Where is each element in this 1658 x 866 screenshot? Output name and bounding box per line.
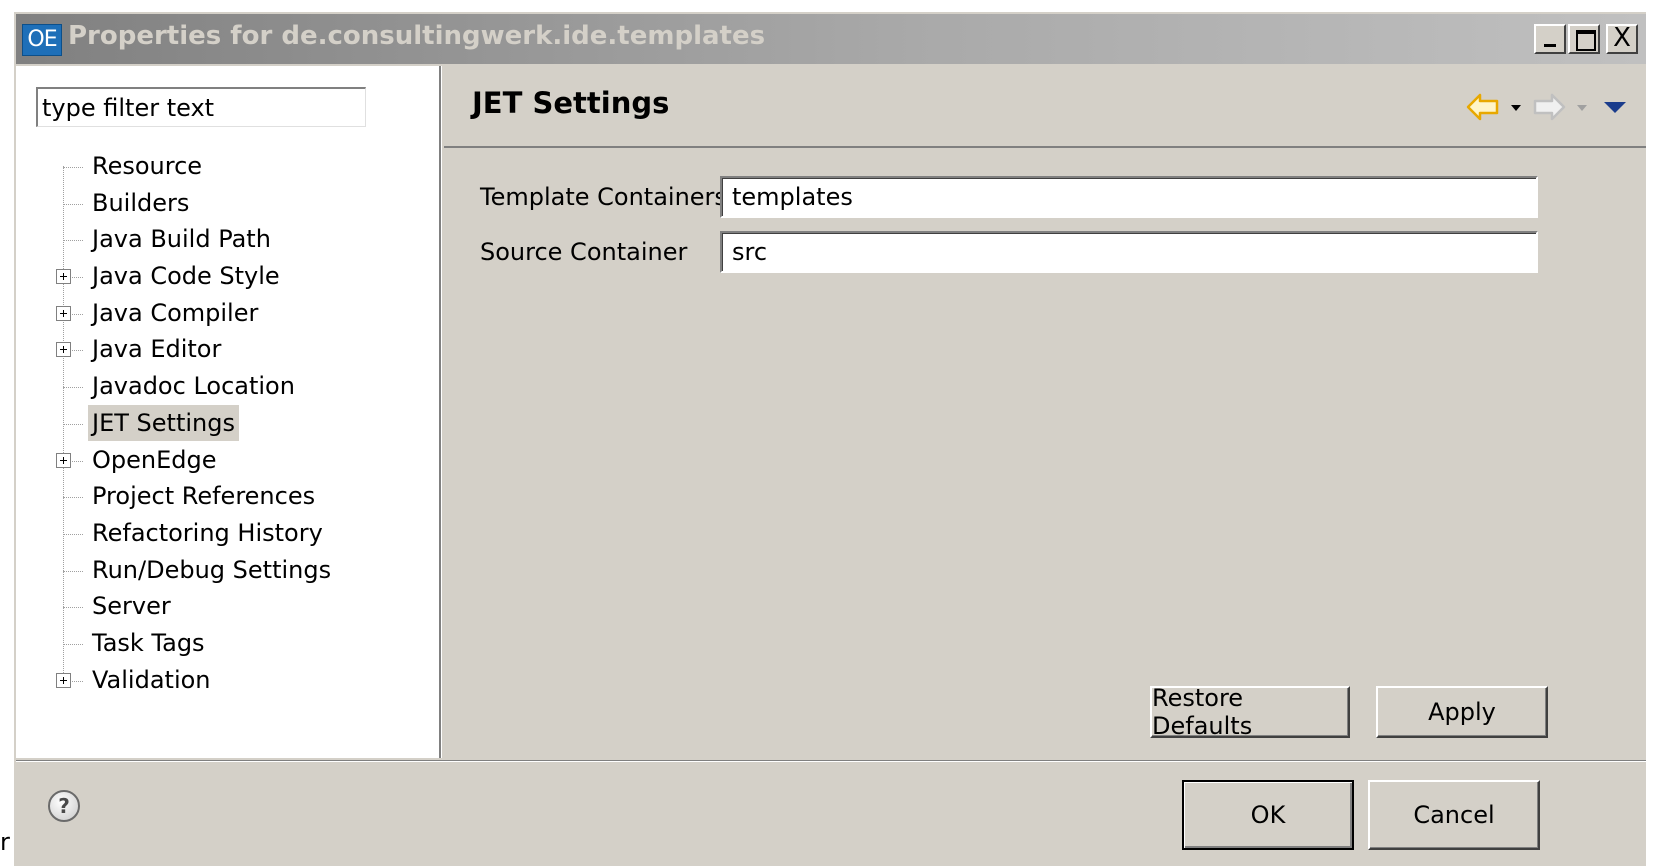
tree-item-label: Javadoc Location [92, 372, 295, 401]
filter-input[interactable] [36, 87, 366, 127]
tree-item[interactable]: Builders [16, 185, 439, 222]
ok-button[interactable]: OK [1182, 780, 1354, 850]
tree-connector-line [63, 167, 83, 168]
page-navigation-toolbar [1466, 90, 1632, 124]
page-header: JET Settings [444, 66, 1646, 148]
openedge-app-icon: OE [22, 24, 62, 56]
close-button[interactable]: X [1606, 23, 1638, 54]
tree-item[interactable]: Java Code Style [16, 258, 439, 295]
expand-plus-icon[interactable] [56, 305, 71, 321]
tree-item[interactable]: Run/Debug Settings [16, 552, 439, 589]
tree-item-label: Run/Debug Settings [92, 555, 332, 584]
tree-item-label: OpenEdge [92, 445, 217, 474]
template-containers-label: Template Containers [480, 183, 727, 211]
footer-separator [16, 760, 1646, 762]
source-container-label: Source Container [480, 238, 688, 266]
tree-item[interactable]: OpenEdge [16, 442, 439, 479]
back-history-dropdown-icon[interactable] [1508, 90, 1524, 124]
forward-history-dropdown-icon[interactable] [1574, 90, 1590, 124]
tree-item-label: JET Settings [88, 404, 239, 441]
tree-item-label: Java Compiler [92, 298, 259, 327]
source-container-input[interactable] [720, 231, 1538, 273]
apply-button[interactable]: Apply [1376, 686, 1548, 738]
tree-item[interactable]: Validation [16, 662, 439, 699]
tree-connector-line [63, 570, 83, 572]
window-controls: X [1532, 23, 1638, 54]
template-containers-row: Template Containers [444, 176, 1646, 220]
window-title: Properties for de.consultingwerk.ide.tem… [68, 21, 766, 51]
minimize-button[interactable] [1534, 24, 1566, 54]
tree-item[interactable]: JET Settings [16, 404, 439, 442]
property-page-tree-pane: Resource Builders Java Build Path Java Code… [16, 66, 439, 758]
properties-dialog: OE Properties for de.consultingwerk.ide.… [12, 10, 1646, 866]
tree-item[interactable]: Resource [16, 148, 439, 185]
forward-arrow-icon[interactable] [1532, 90, 1566, 124]
tree-connector-line [63, 497, 83, 499]
tree-item[interactable]: Java Compiler [16, 295, 439, 332]
tree-connector-line [63, 607, 83, 609]
template-containers-input[interactable] [720, 176, 1538, 218]
tree-item-label: Resource [92, 152, 203, 180]
restore-defaults-button[interactable]: Restore Defaults [1150, 684, 1350, 740]
title-bar[interactable]: OE Properties for de.consultingwerk.ide.… [16, 14, 1646, 64]
pane-divider-sash[interactable] [439, 66, 442, 758]
tree-item-label: Builders [92, 188, 190, 217]
tree-item[interactable]: Javadoc Location [16, 368, 439, 405]
expand-plus-icon[interactable] [56, 452, 71, 468]
source-container-row: Source Container [444, 231, 1646, 275]
tree-item[interactable]: Java Build Path [16, 221, 439, 258]
tree-item[interactable]: Java Editor [16, 331, 439, 368]
view-menu-icon[interactable] [1598, 90, 1632, 124]
tree-item-label: Refactoring History [92, 518, 323, 547]
back-arrow-icon[interactable] [1466, 90, 1500, 124]
tree-item[interactable]: Server [16, 588, 439, 625]
property-page-tree: Resource Builders Java Build Path Java Code… [16, 148, 439, 698]
help-icon[interactable]: ? [48, 790, 80, 822]
tree-item-label: Project References [92, 482, 316, 511]
expand-plus-icon[interactable] [56, 342, 71, 358]
tree-item-label: Server [92, 592, 171, 621]
expand-plus-icon[interactable] [56, 672, 71, 688]
tree-item-label: Java Code Style [92, 262, 280, 291]
close-icon: X [1613, 23, 1631, 53]
tree-item[interactable]: Project References [16, 478, 439, 515]
tree-connector-line [63, 533, 83, 535]
tree-connector-line [63, 423, 83, 425]
tree-connector-line [63, 387, 83, 389]
tree-item-label: Java Editor [92, 335, 222, 364]
tree-item-label: Task Tags [92, 628, 205, 657]
expand-plus-icon[interactable] [56, 269, 71, 285]
stray-character: r [0, 828, 10, 856]
page-title: JET Settings [472, 86, 670, 120]
tree-item[interactable]: Refactoring History [16, 515, 439, 552]
tree-item-label: Java Build Path [92, 225, 271, 254]
maximize-button[interactable] [1568, 24, 1600, 54]
cancel-button[interactable]: Cancel [1368, 780, 1540, 850]
tree-item[interactable]: Task Tags [16, 625, 439, 662]
tree-item-label: Validation [92, 665, 211, 694]
tree-connector-line [63, 203, 83, 205]
tree-connector-line [63, 643, 83, 645]
tree-connector-line [63, 240, 83, 242]
